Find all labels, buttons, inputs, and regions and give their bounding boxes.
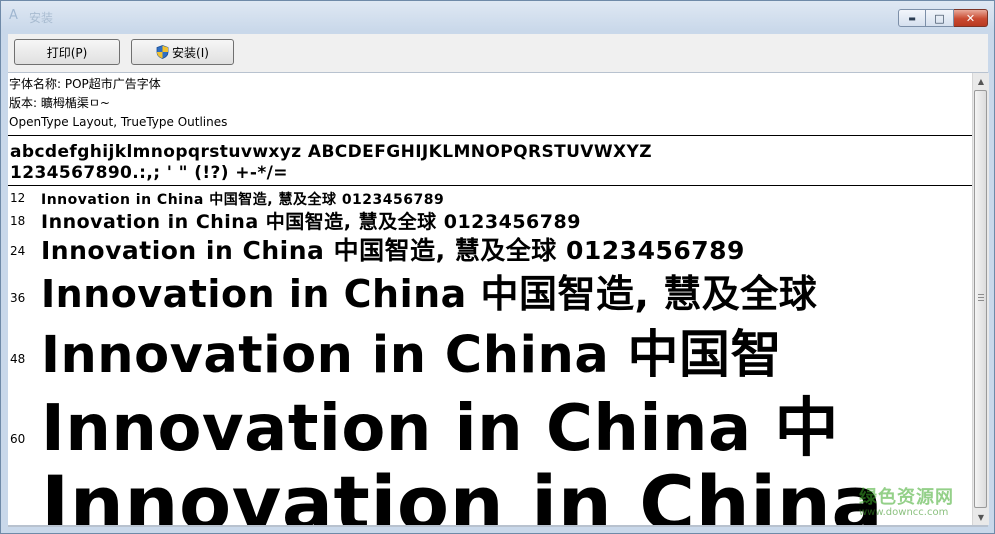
sample-size-label: 24 (10, 244, 26, 258)
sample-size-label: 12 (10, 191, 26, 205)
app-icon: A (9, 8, 18, 23)
title-bar[interactable]: A 安装 ▬ □ ✕ (1, 1, 994, 33)
install-button-label: 安装(I) (172, 45, 209, 60)
vertical-scrollbar[interactable]: ▲ ▼ (972, 73, 989, 525)
install-button[interactable]: 安装(I) (131, 39, 234, 65)
sample-text: Innovation in China 中国智造, 慧及全球 012345678… (41, 192, 445, 208)
sample-text: Innovation in China 中国智造, 慧及全球 012345678… (41, 211, 581, 233)
sample-size-label: 36 (10, 291, 26, 305)
window-title: 安装 (29, 11, 54, 25)
watermark-logo-text: 绿色资源网 (859, 487, 954, 508)
sample-text: Innovation in China 中 (41, 392, 839, 466)
close-icon: ✕ (965, 11, 976, 25)
toolbar: 打印(P) 安装(I) (8, 34, 988, 73)
sample-text: Innovation in China 中国智造, 慧及全球 (41, 272, 818, 316)
charset-letters: abcdefghijklmnopqrstuvwxyz ABCDEFGHIJKLM… (10, 142, 652, 162)
print-button[interactable]: 打印(P) (14, 39, 120, 65)
maximize-button[interactable]: □ (926, 9, 954, 27)
font-info: 字体名称: POP超市广告字体 版本: 曠栂楯渠ㅁ~ OpenType Layo… (9, 75, 227, 132)
minimize-icon: ▬ (908, 13, 916, 23)
divider-samples (8, 185, 972, 186)
sample-size-label: 60 (10, 432, 26, 446)
font-name-line: 字体名称: POP超市广告字体 (9, 77, 161, 91)
sample-size-label: 48 (10, 352, 26, 366)
font-preview-area: 字体名称: POP超市广告字体 版本: 曠栂楯渠ㅁ~ OpenType Layo… (8, 73, 972, 525)
sample-size-label: 18 (10, 214, 26, 228)
close-button[interactable]: ✕ (954, 9, 988, 27)
font-viewer-window: A 安装 ▬ □ ✕ 打印(P) 安装(I) 字体名称: POP超市广告字体 版… (0, 0, 995, 534)
print-button-label: 打印(P) (46, 45, 88, 60)
window-bottom-edge (8, 525, 988, 527)
scroll-thumb[interactable] (974, 90, 987, 508)
minimize-button[interactable]: ▬ (898, 9, 926, 27)
watermark-url: www.downcc.com (859, 507, 949, 518)
font-version-line: 版本: 曠栂楯渠ㅁ~ (9, 96, 110, 110)
scroll-grip (978, 294, 984, 302)
window-controls: ▬ □ ✕ (898, 9, 988, 27)
maximize-icon: □ (934, 11, 945, 25)
charset-symbols: 1234567890.:,; ' " (!?) +-*/= (10, 163, 288, 183)
scroll-up-arrow-icon[interactable]: ▲ (973, 73, 989, 89)
watermark: 绿色资源网 www.downcc.com (859, 483, 979, 518)
sample-text: Innovation in China 中国智 (41, 326, 782, 385)
sample-text: Innovation in China (41, 459, 884, 525)
font-type-line: OpenType Layout, TrueType Outlines (9, 115, 228, 129)
uac-shield-icon (156, 45, 169, 59)
divider-top (8, 135, 972, 136)
sample-text: Innovation in China 中国智造, 慧及全球 012345678… (41, 236, 745, 265)
